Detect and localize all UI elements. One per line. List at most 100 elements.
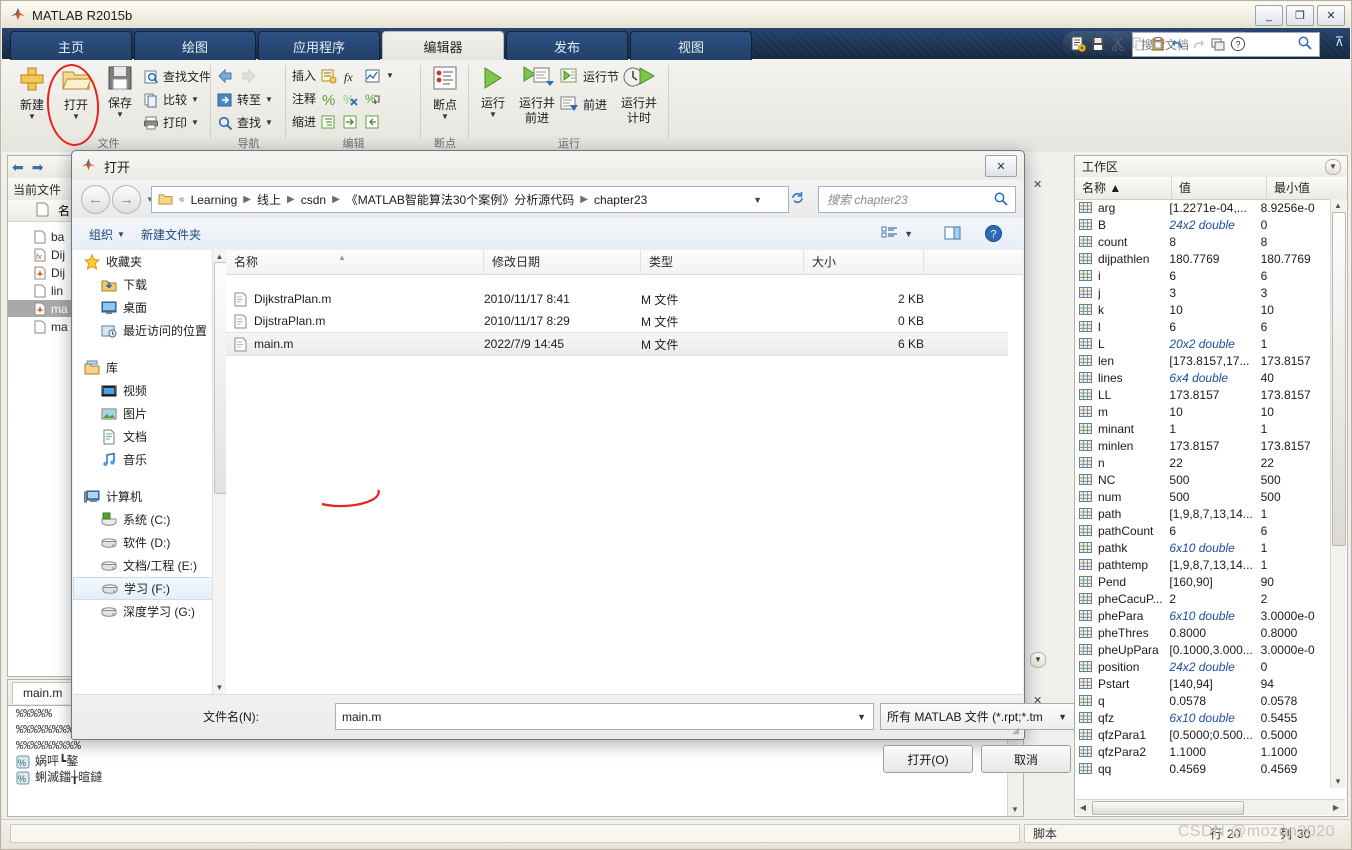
workspace-row[interactable]: qfzPara2 1.1000 1.1000 [1075, 743, 1330, 760]
tab-editor[interactable]: 编辑器 [382, 31, 504, 60]
refresh-icon[interactable] [789, 189, 806, 210]
workspace-row[interactable]: LL 173.8157 173.8157 [1075, 386, 1330, 403]
insert-row[interactable]: 插入 fx ▼ [292, 67, 394, 84]
dialog-close-button[interactable]: ✕ [985, 155, 1017, 177]
workspace-row[interactable]: q 0.0578 0.0578 [1075, 692, 1330, 709]
new-button[interactable]: 新建 ▼ [10, 64, 54, 121]
workspace-row[interactable]: dijpathlen 180.7769 180.7769 [1075, 250, 1330, 267]
workspace-row[interactable]: NC 500 500 [1075, 471, 1330, 488]
chevron-down-icon[interactable]: ▼ [904, 229, 913, 239]
tab-home[interactable]: 主页 [10, 31, 132, 60]
workspace-row[interactable]: pathk 6x10 double 1 [1075, 539, 1330, 556]
panel-close-icon[interactable]: ✕ [1033, 178, 1042, 191]
dialog-search-box[interactable]: 搜索 chapter23 [818, 186, 1016, 213]
preview-pane-button[interactable] [944, 225, 961, 245]
chevron-down-icon[interactable]: ▼ [857, 712, 866, 722]
workspace-row[interactable]: phePara 6x10 double 3.0000e-0 [1075, 607, 1330, 624]
sidebar-item-13[interactable]: 学习 (F:) [73, 577, 225, 600]
paste-icon[interactable] [1149, 35, 1167, 53]
organize-button[interactable]: 组织 ▼ [89, 226, 125, 243]
new-button-caret[interactable]: ▼ [10, 112, 54, 121]
scroll-right-arrow-icon[interactable]: ▶ [1329, 801, 1343, 814]
editor-tab-main[interactable]: main.m [12, 682, 74, 704]
breadcrumb-item-0[interactable]: Learning [189, 193, 240, 207]
sidebar-item-1[interactable]: 下载 [73, 273, 225, 296]
workspace-row[interactable]: len [173.8157,17... 173.8157 [1075, 352, 1330, 369]
workspace-row[interactable]: Pstart [140,94] 94 [1075, 675, 1330, 692]
sidebar-item-6[interactable]: 图片 [73, 402, 225, 425]
workspace-row[interactable]: pathtemp [1,9,8,7,13,14... 1 [1075, 556, 1330, 573]
scroll-down-arrow-icon[interactable]: ▼ [1009, 805, 1021, 814]
workspace-row[interactable]: Pend [160,90] 90 [1075, 573, 1330, 590]
dialog-help-button[interactable]: ? [984, 224, 1003, 246]
chevron-down-icon[interactable]: ▼ [1058, 712, 1067, 722]
workspace-row[interactable]: j 3 3 [1075, 284, 1330, 301]
workspace-row[interactable]: pathCount 6 6 [1075, 522, 1330, 539]
workspace-horizontal-scrollbar[interactable]: ◀ ▶ [1076, 799, 1345, 815]
compare-caret-icon[interactable]: ▼ [191, 95, 199, 104]
sidebar-item-9[interactable]: 计算机 [73, 485, 225, 508]
workspace-row[interactable]: lines 6x4 double 40 [1075, 369, 1330, 386]
dialog-back-button[interactable]: ← [81, 185, 110, 214]
breakpoints-button[interactable]: 断点 ▼ [423, 64, 467, 121]
compare-button[interactable]: 比较 ▼ [143, 91, 199, 108]
sidebar-item-0[interactable]: 收藏夹 [73, 250, 225, 273]
sidebar-item-8[interactable]: 音乐 [73, 448, 225, 471]
sidebar-item-11[interactable]: 软件 (D:) [73, 531, 225, 554]
workspace-vertical-scrollbar[interactable]: ▲ ▼ [1330, 199, 1346, 788]
panel-options-icon[interactable]: ▼ [1030, 652, 1046, 668]
run-time-button[interactable]: 运行并 计时 [617, 64, 661, 125]
tab-apps[interactable]: 应用程序 [258, 31, 380, 60]
maximize-button[interactable]: ❐ [1286, 5, 1314, 26]
scroll-left-arrow-icon[interactable]: ◀ [1076, 801, 1090, 814]
sidebar-item-4[interactable]: 库 [73, 356, 225, 379]
collapse-ribbon-icon[interactable]: ⊼ [1334, 34, 1344, 50]
table-row[interactable]: DijstraPlan.m 2010/11/17 8:29 M 文件 0 KB [226, 310, 1008, 332]
fold-row[interactable]: % 蜊滅鍿╁暄鐽 [8, 770, 1023, 786]
workspace-row[interactable]: num 500 500 [1075, 488, 1330, 505]
switch-window-icon[interactable] [1209, 35, 1227, 53]
sidebar-item-3[interactable]: 最近访问的位置 [73, 319, 225, 342]
cancel-button[interactable]: 取消 [981, 745, 1071, 773]
column-date[interactable]: 修改日期 [484, 250, 641, 274]
table-row-selected[interactable]: main.m 2022/7/9 14:45 M 文件 6 KB [226, 332, 1008, 356]
help-icon[interactable]: ? [1229, 35, 1247, 53]
workspace-row[interactable]: L 20x2 double 1 [1075, 335, 1330, 352]
workspace-row[interactable]: count 8 8 [1075, 233, 1330, 250]
sidebar-item-7[interactable]: 文档 [73, 425, 225, 448]
breadcrumb-item-3[interactable]: 《MATLAB智能算法30个案例》分析源代码 [344, 191, 576, 208]
back-arrow-icon[interactable]: ⬅ [12, 159, 24, 176]
run-advance-button[interactable]: 运行并 前进 [515, 64, 559, 125]
back-forward-buttons[interactable] [217, 68, 257, 84]
goto-caret-icon[interactable]: ▼ [265, 95, 273, 104]
workspace-column-min[interactable]: 最小值 [1267, 177, 1330, 199]
dialog-sidebar-scrollbar[interactable]: ▲ ▼ [212, 250, 227, 694]
find-caret-icon[interactable]: ▼ [265, 118, 273, 127]
breadcrumb-item-1[interactable]: 线上 [255, 191, 283, 208]
scroll-thumb[interactable] [1332, 212, 1346, 546]
workspace-row[interactable]: i 6 6 [1075, 267, 1330, 284]
workspace-row[interactable]: position 24x2 double 0 [1075, 658, 1330, 675]
scroll-up-arrow-icon[interactable]: ▲ [213, 252, 226, 261]
breadcrumb-item-4[interactable]: chapter23 [592, 193, 649, 207]
scroll-thumb[interactable] [1092, 800, 1244, 815]
workspace-row[interactable]: minlen 173.8157 173.8157 [1075, 437, 1330, 454]
breadcrumb[interactable]: « Learning ▶ 线上 ▶ csdn ▶ 《MATLAB智能算法30个案… [151, 186, 789, 213]
sidebar-item-14[interactable]: 深度学习 (G:) [73, 600, 225, 623]
column-type[interactable]: 类型 [641, 250, 804, 274]
scroll-down-arrow-icon[interactable]: ▼ [1332, 777, 1344, 786]
workspace-row[interactable]: pheUpPara [0.1000,3.000... 3.0000e-0 [1075, 641, 1330, 658]
breadcrumb-dropdown-icon[interactable]: ▼ [753, 195, 762, 205]
table-row[interactable]: DijkstraPlan.m 2010/11/17 8:41 M 文件 2 KB [226, 288, 1008, 310]
scroll-up-arrow-icon[interactable]: ▲ [1332, 201, 1344, 210]
advance-button[interactable]: 前进 [559, 95, 607, 113]
tab-publish[interactable]: 发布 [506, 31, 628, 60]
fold-row[interactable]: % 娲呯┗鏊 [8, 754, 1023, 770]
find-files-button[interactable]: 查找文件 [143, 68, 211, 85]
breadcrumb-item-2[interactable]: csdn [299, 193, 328, 207]
minimize-button[interactable]: _ [1255, 5, 1283, 26]
open-button[interactable]: 打开(O) [883, 745, 973, 773]
sidebar-item-2[interactable]: 桌面 [73, 296, 225, 319]
filename-input[interactable]: main.m ▼ [335, 703, 874, 730]
save-icon[interactable] [1089, 35, 1107, 53]
